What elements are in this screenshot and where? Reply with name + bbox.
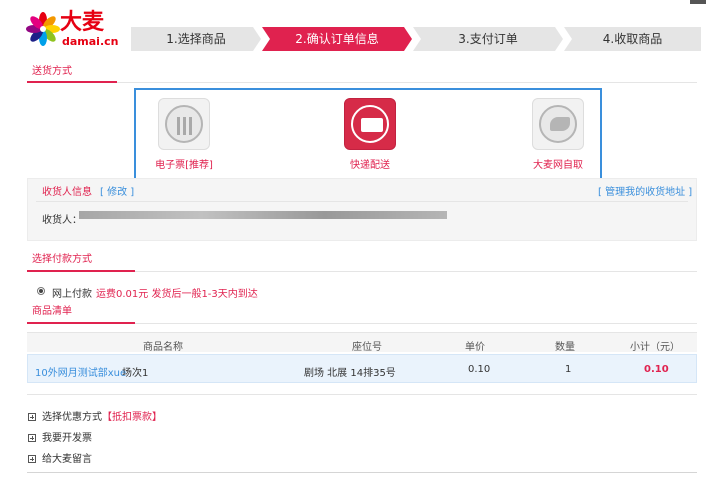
item-qty: 1: [565, 364, 572, 375]
window-edge-bar: [690, 0, 706, 4]
delivery-option-label: 快递配送: [350, 160, 390, 171]
col-header-subtotal: 小计（元）: [630, 342, 680, 353]
delivery-options-box: 电子票[推荐] 快递配送 大麦网自取: [134, 88, 602, 180]
step-select-goods: 1.选择商品: [131, 27, 261, 51]
receiver-info-redacted: [79, 211, 447, 219]
item-price: 0.10: [468, 364, 491, 375]
receiver-divider: [36, 201, 688, 202]
receiver-name-label: 收货人：: [42, 215, 82, 226]
delivery-option-label: 电子票[推荐]: [155, 160, 213, 171]
invoice-option[interactable]: 我要开发票: [28, 429, 92, 444]
item-session: 场次1: [122, 368, 149, 379]
payment-title: 选择付款方式: [32, 254, 92, 265]
expand-icon: [28, 434, 36, 442]
items-table-header: 商品名称 座位号 单价 数量 小计（元）: [27, 332, 697, 353]
coupon-highlight: 【抵扣票款】: [102, 412, 162, 423]
hand-ticket-icon: [532, 98, 584, 150]
step-pay-order: 3.支付订单: [413, 27, 563, 51]
item-seat: 剧场 北展 14排35号: [304, 368, 396, 379]
payment-online-radio[interactable]: [37, 287, 45, 295]
table-row: 10外网月测试部xue 场次1 剧场 北展 14排35号 0.10 1 0.10: [27, 354, 697, 383]
col-header-price: 单价: [465, 342, 485, 353]
payment-online-label: 网上付款: [52, 289, 92, 300]
expand-icon: [28, 413, 36, 421]
col-header-qty: 数量: [555, 342, 575, 353]
message-option[interactable]: 给大麦留言: [28, 450, 92, 465]
delivery-divider: [27, 82, 697, 83]
delivery-option-express[interactable]: 快递配送: [330, 98, 410, 171]
delivery-option-eticket[interactable]: 电子票[推荐]: [144, 98, 224, 171]
expand-icon: [28, 455, 36, 463]
page-bottom-rule: [27, 472, 697, 473]
coupon-option[interactable]: 选择优惠方式【抵扣票款】: [28, 408, 162, 423]
message-label: 给大麦留言: [42, 454, 92, 465]
col-header-seat: 座位号: [352, 342, 382, 353]
manage-address-link[interactable]: [ 管理我的收货地址 ]: [598, 183, 692, 198]
items-bottom-divider: [27, 394, 697, 395]
items-title: 商品清单: [32, 306, 72, 317]
item-subtotal: 0.10: [644, 364, 669, 375]
delivery-title: 送货方式: [32, 66, 72, 77]
logo-flower-icon: [26, 12, 60, 46]
step-receive-goods: 4.收取商品: [564, 27, 701, 51]
receiver-title: 收货人信息: [42, 187, 92, 198]
checkout-steps: 1.选择商品 2.确认订单信息 3.支付订单 4.收取商品: [131, 27, 701, 51]
delivery-option-pickup[interactable]: 大麦网自取: [518, 98, 598, 171]
truck-icon: [344, 98, 396, 150]
invoice-label: 我要开发票: [42, 433, 92, 444]
shipping-fee-note: 运费0.01元 发货后一般1-3天内到达: [96, 289, 258, 300]
step-confirm-order: 2.确认订单信息: [262, 27, 412, 51]
logo-domain: damai.cn: [62, 35, 119, 48]
logo-text: 大麦: [60, 10, 105, 35]
coupon-label: 选择优惠方式: [42, 412, 102, 423]
delivery-option-label: 大麦网自取: [533, 160, 583, 171]
receiver-edit-link[interactable]: [ 修改 ]: [100, 183, 134, 198]
item-name-link[interactable]: 10外网月测试部xue: [35, 364, 126, 379]
items-title-underline: [27, 322, 135, 324]
payment-title-underline: [27, 270, 135, 272]
delivery-title-underline: [27, 81, 117, 83]
damai-logo[interactable]: 大麦 damai.cn: [26, 10, 126, 52]
qrcode-icon: [158, 98, 210, 150]
col-header-name: 商品名称: [143, 342, 183, 353]
